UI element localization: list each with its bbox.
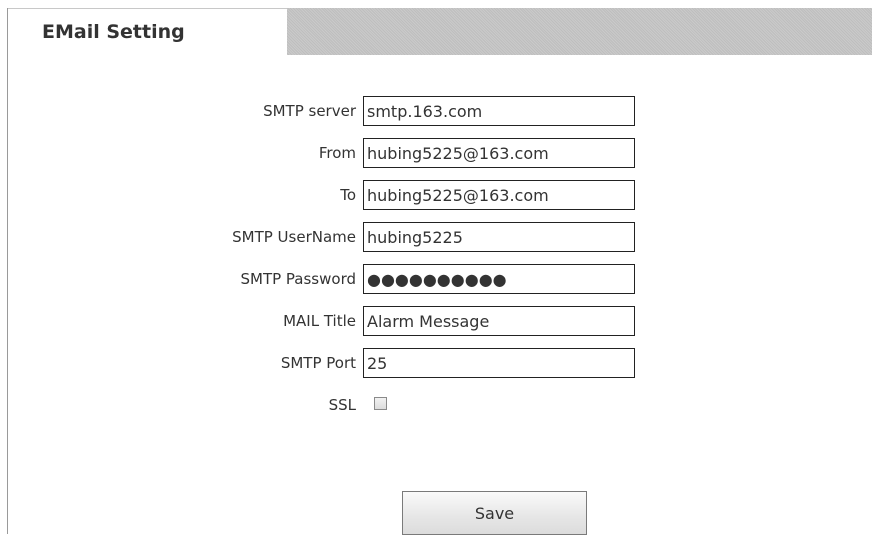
ssl-checkbox[interactable] xyxy=(374,397,387,410)
smtp-server-label: SMTP server xyxy=(263,102,356,120)
smtp-port-label: SMTP Port xyxy=(280,354,356,372)
tab-strip: EMail Setting xyxy=(8,8,872,55)
from-input[interactable] xyxy=(363,138,635,168)
from-label: From xyxy=(318,144,356,162)
ssl-label: SSL xyxy=(328,396,356,414)
to-label: To xyxy=(340,186,356,204)
smtp-password-label: SMTP Password xyxy=(240,270,356,288)
smtp-port-input[interactable] xyxy=(363,348,635,378)
smtp-password-input[interactable] xyxy=(363,264,635,294)
tab-email-setting[interactable]: EMail Setting xyxy=(8,8,287,55)
save-button[interactable]: Save xyxy=(402,491,587,535)
smtp-server-input[interactable] xyxy=(363,96,635,126)
email-setting-panel: EMail Setting SMTP server From To SMTP U… xyxy=(7,8,872,535)
mail-title-label: MAIL Title xyxy=(283,312,356,330)
tab-strip-background xyxy=(287,8,872,55)
smtp-username-label: SMTP UserName xyxy=(232,228,356,246)
mail-title-input[interactable] xyxy=(363,306,635,336)
to-input[interactable] xyxy=(363,180,635,210)
smtp-username-input[interactable] xyxy=(363,222,635,252)
tab-title: EMail Setting xyxy=(42,21,185,43)
